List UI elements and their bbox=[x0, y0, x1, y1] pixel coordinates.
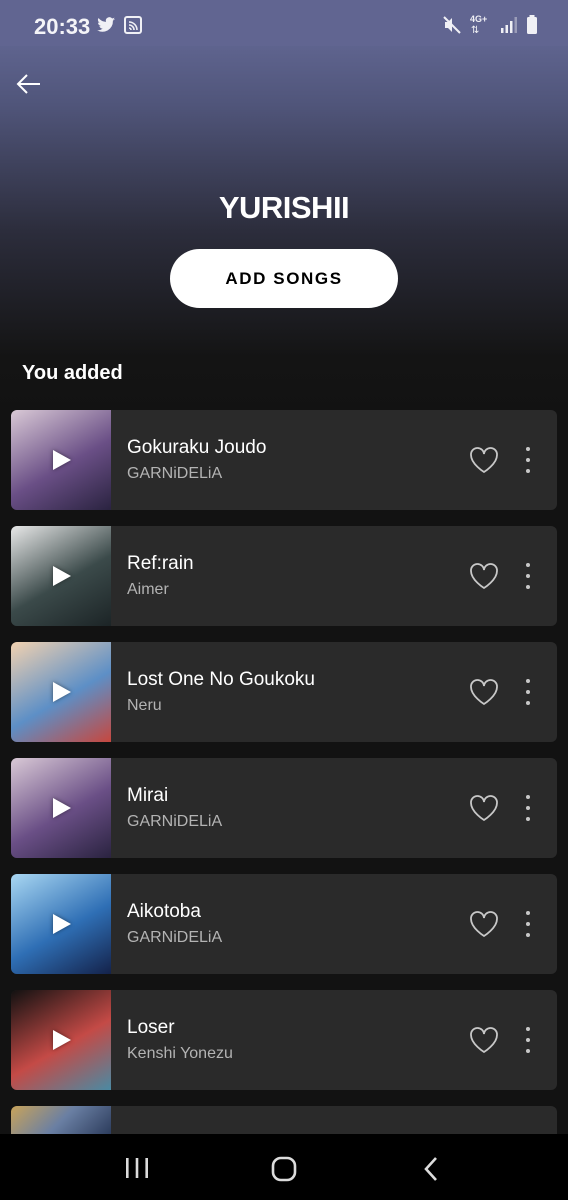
heart-icon bbox=[470, 447, 498, 474]
like-button[interactable] bbox=[469, 794, 499, 822]
track-row[interactable]: Ref:rain Aimer bbox=[11, 526, 557, 626]
play-icon bbox=[53, 450, 71, 470]
recent-apps-icon bbox=[126, 1158, 148, 1178]
play-icon bbox=[53, 914, 71, 934]
track-title: Lost One No Goukoku bbox=[127, 669, 315, 690]
like-button[interactable] bbox=[469, 678, 499, 706]
back-button[interactable] bbox=[14, 70, 44, 98]
track-title: Gokuraku Joudo bbox=[127, 437, 267, 458]
track-row[interactable]: Gokuraku Joudo GARNiDELiA bbox=[11, 410, 557, 510]
signal-icon bbox=[501, 17, 517, 33]
album-art[interactable] bbox=[11, 526, 111, 626]
track-row[interactable]: Loser Kenshi Yonezu bbox=[11, 990, 557, 1090]
heart-icon bbox=[470, 795, 498, 822]
like-button[interactable] bbox=[469, 562, 499, 590]
heart-icon bbox=[470, 679, 498, 706]
track-artist: GARNiDELiA bbox=[127, 929, 223, 946]
track-title: Loser bbox=[127, 1017, 175, 1038]
navigation-bar bbox=[0, 1134, 568, 1200]
like-button[interactable] bbox=[469, 1026, 499, 1054]
track-artist: GARNiDELiA bbox=[127, 813, 223, 830]
add-songs-button[interactable]: ADD SONGS bbox=[170, 249, 398, 308]
track-row[interactable]: Lost One No Goukoku Neru bbox=[11, 642, 557, 742]
track-title: Ref:rain bbox=[127, 553, 194, 574]
track-title: Aikotoba bbox=[127, 901, 201, 922]
playlist-screen: 20:33 4G+ ⇅ YURISHII ADD SONGS You added… bbox=[0, 0, 568, 1200]
section-heading: You added bbox=[22, 362, 123, 384]
album-art[interactable] bbox=[11, 642, 111, 742]
twitter-icon bbox=[97, 17, 115, 32]
track-row[interactable]: Mirai GARNiDELiA bbox=[11, 758, 557, 858]
album-art[interactable] bbox=[11, 410, 111, 510]
heart-icon bbox=[470, 911, 498, 938]
track-artist: Neru bbox=[127, 697, 162, 714]
more-options-button[interactable] bbox=[521, 560, 535, 592]
track-artist: Aimer bbox=[127, 581, 169, 598]
track-row-partial[interactable] bbox=[11, 1106, 557, 1136]
more-options-button[interactable] bbox=[521, 676, 535, 708]
home-icon bbox=[271, 1156, 297, 1182]
recent-apps-button[interactable] bbox=[124, 1156, 150, 1185]
more-options-button[interactable] bbox=[521, 1024, 535, 1056]
track-title: Mirai bbox=[127, 785, 169, 806]
more-options-button[interactable] bbox=[521, 792, 535, 824]
network-label: 4G+ bbox=[470, 14, 488, 24]
heart-icon bbox=[470, 563, 498, 590]
like-button[interactable] bbox=[469, 446, 499, 474]
album-art[interactable] bbox=[11, 758, 111, 858]
album-art[interactable] bbox=[11, 874, 111, 974]
status-left-icons bbox=[96, 16, 142, 34]
mute-icon bbox=[443, 16, 461, 34]
album-art[interactable] bbox=[11, 990, 111, 1090]
system-back-button[interactable] bbox=[420, 1156, 442, 1187]
cast-icon bbox=[124, 16, 142, 34]
status-bar: 20:33 4G+ ⇅ bbox=[0, 0, 568, 46]
status-right-icons: 4G+ ⇅ bbox=[442, 14, 538, 36]
track-artist: Kenshi Yonezu bbox=[127, 1045, 233, 1062]
track-row[interactable]: Aikotoba GARNiDELiA bbox=[11, 874, 557, 974]
heart-icon bbox=[470, 1027, 498, 1054]
home-button[interactable] bbox=[270, 1156, 298, 1187]
play-icon bbox=[53, 798, 71, 818]
back-icon bbox=[424, 1157, 437, 1181]
network-icon: 4G+ ⇅ bbox=[470, 14, 488, 36]
play-icon bbox=[53, 682, 71, 702]
battery-icon bbox=[527, 15, 537, 34]
like-button[interactable] bbox=[469, 910, 499, 938]
play-icon bbox=[53, 1030, 71, 1050]
arrow-left-icon bbox=[16, 74, 40, 94]
track-list: Gokuraku Joudo GARNiDELiA Ref:rain Aimer… bbox=[11, 410, 557, 1136]
more-options-button[interactable] bbox=[521, 444, 535, 476]
playlist-title: YURISHII bbox=[218, 190, 350, 225]
album-art[interactable] bbox=[11, 1106, 111, 1136]
play-icon bbox=[53, 566, 71, 586]
status-time: 20:33 bbox=[34, 14, 91, 39]
track-artist: GARNiDELiA bbox=[127, 465, 223, 482]
more-options-button[interactable] bbox=[521, 908, 535, 940]
